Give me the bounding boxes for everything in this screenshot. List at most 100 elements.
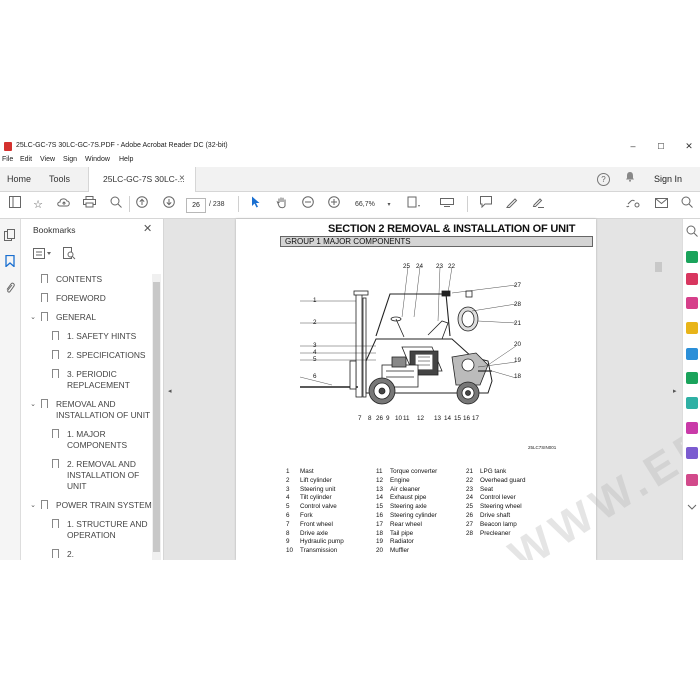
expand-chevron-icon[interactable]: ⌄: [29, 313, 37, 321]
fill-sign-icon[interactable]: [529, 196, 547, 214]
menu-view[interactable]: View: [40, 156, 55, 163]
pdf-page: SECTION 2 REMOVAL & INSTALLATION OF UNIT…: [236, 210, 700, 560]
compress-pdf-icon[interactable]: [686, 397, 698, 409]
zoom-out-icon[interactable]: [299, 196, 317, 214]
legend-entry: 3 Steering unit: [286, 485, 336, 493]
fill-and-sign-icon[interactable]: [686, 422, 698, 434]
menu-file[interactable]: File: [2, 156, 13, 163]
zoom-in-icon[interactable]: [325, 196, 343, 214]
tab-home[interactable]: Home: [7, 167, 31, 191]
bookmark-item[interactable]: 1. STRUCTURE AND OPERATION: [21, 519, 154, 541]
hand-tool-icon[interactable]: [273, 196, 291, 214]
create-pdf-icon[interactable]: [686, 273, 698, 285]
bookmark-item[interactable]: CONTENTS: [21, 274, 154, 285]
group-title: GROUP 1 MAJOR COMPONENTS: [280, 236, 593, 247]
pdf-app-icon: [4, 142, 12, 151]
bookmarks-scrollbar[interactable]: [152, 274, 161, 560]
cloud-upload-icon[interactable]: [55, 196, 73, 214]
bookmark-item[interactable]: 2.TROUBLESHOOTING: [21, 549, 154, 560]
comment-tool-icon[interactable]: [686, 322, 698, 334]
bookmarks-panel-icon[interactable]: [2, 254, 18, 271]
section-title: SECTION 2 REMOVAL & INSTALLATION OF UNIT: [328, 223, 576, 235]
search-tools-icon[interactable]: [684, 225, 700, 241]
bell-icon[interactable]: [622, 171, 638, 187]
close-bookmarks-icon[interactable]: ✕: [143, 222, 152, 235]
menu-help[interactable]: Help: [119, 156, 133, 163]
send-for-signature-icon[interactable]: [686, 474, 698, 486]
page-number-input[interactable]: 26: [186, 198, 206, 213]
collapse-left-panel-icon[interactable]: ◂: [168, 387, 172, 395]
legend-entry: 26 Drive shaft: [466, 512, 511, 519]
tab-close-icon[interactable]: ×: [179, 167, 185, 191]
bookmark-label: CONTENTS: [56, 274, 103, 284]
search-icon[interactable]: [678, 196, 696, 214]
email-icon[interactable]: [652, 196, 670, 214]
print-icon[interactable]: [80, 196, 98, 214]
bookmark-label: GENERAL: [56, 312, 97, 322]
bookmark-item[interactable]: ⌄ REMOVAL AND INSTALLATION OF UNIT: [21, 399, 154, 421]
bookmark-item[interactable]: ⌄ GENERAL: [21, 312, 154, 323]
zoom-search-icon[interactable]: [107, 196, 125, 214]
share-link-icon[interactable]: [624, 196, 642, 214]
previous-page-icon[interactable]: [133, 196, 151, 214]
expand-chevron-icon[interactable]: ⌄: [29, 501, 37, 509]
export-pdf-icon[interactable]: [686, 251, 698, 263]
zoom-level-select[interactable]: 66,7%: [355, 198, 375, 211]
bookmark-star-icon[interactable]: ☆: [29, 196, 47, 214]
legend-entry: 16 Steering cylinder: [376, 512, 437, 519]
window-title: 25LC-GC-7S 30LC-GC-7S.PDF - Adobe Acroba…: [16, 142, 228, 149]
callout-number: 28: [514, 301, 522, 308]
bookmarks-panel: Bookmarks ✕ CONTENTS FOREWORD ⌄ GENERAL 1. S…: [21, 219, 164, 560]
page-fit-icon[interactable]: [405, 196, 423, 214]
page-total: / 238: [209, 201, 225, 208]
tab-document[interactable]: 25LC-GC-7S 30LC-... ×: [88, 167, 196, 192]
zoom-dropdown-icon[interactable]: ▾: [380, 196, 398, 214]
protect-icon[interactable]: [686, 447, 698, 459]
collapse-right-panel-icon[interactable]: ▸: [673, 387, 677, 395]
edit-pdf-icon[interactable]: [686, 297, 698, 309]
menu-window[interactable]: Window: [85, 156, 110, 163]
bookmark-item[interactable]: 2. REMOVAL AND INSTALLATION OF UNIT: [21, 459, 154, 492]
bookmark-item[interactable]: 1. SAFETY HINTS: [21, 331, 154, 342]
bookmark-item[interactable]: 3. PERIODIC REPLACEMENT: [21, 369, 154, 391]
close-window-button[interactable]: ✕: [680, 140, 698, 153]
callout-number: 16: [463, 415, 471, 422]
legend-entry: 15 Steering axle: [376, 503, 427, 511]
menu-sign[interactable]: Sign: [63, 156, 77, 163]
find-bookmark-icon[interactable]: [63, 247, 76, 260]
organize-pages-icon[interactable]: [686, 372, 698, 384]
bookmark-item[interactable]: FOREWORD: [21, 293, 154, 304]
more-tools-icon[interactable]: [684, 501, 700, 517]
bookmark-item[interactable]: 1. MAJOR COMPONENTS: [21, 429, 154, 451]
callout-number: 24: [416, 263, 424, 270]
expand-chevron-icon[interactable]: ⌄: [29, 400, 37, 408]
minimize-button[interactable]: –: [624, 140, 642, 153]
bookmark-icon: [52, 350, 59, 359]
navigation-rail: [0, 219, 21, 560]
highlight-pen-icon[interactable]: [503, 196, 521, 214]
page-thumbnails-icon[interactable]: [2, 229, 18, 245]
attachments-icon[interactable]: [2, 282, 18, 298]
document-scrollbar[interactable]: [654, 219, 663, 560]
legend-entry: 13 Air cleaner: [376, 485, 421, 493]
keyboard-tools-icon[interactable]: [438, 196, 456, 214]
bookmark-item[interactable]: 2. SPECIFICATIONS: [21, 350, 154, 361]
bookmark-item[interactable]: ⌄ POWER TRAIN SYSTEM: [21, 500, 154, 511]
combine-files-icon[interactable]: [686, 348, 698, 360]
bookmark-icon: [52, 549, 59, 558]
tab-tools[interactable]: Tools: [49, 167, 70, 191]
comment-icon[interactable]: [477, 196, 495, 214]
legend-entry: 21 LPG tank: [466, 468, 507, 475]
callout-number: 27: [514, 282, 522, 289]
menu-edit[interactable]: Edit: [20, 156, 32, 163]
select-cursor-icon[interactable]: [247, 196, 265, 214]
next-page-icon[interactable]: [160, 196, 178, 214]
maximize-button[interactable]: ☐: [652, 140, 670, 153]
legend-entry: 10 Transmission: [286, 547, 338, 555]
help-icon[interactable]: ?: [597, 173, 610, 186]
home-panel-icon[interactable]: [6, 196, 24, 214]
bookmarks-list: CONTENTS FOREWORD ⌄ GENERAL 1. SAFETY HINTS 2…: [21, 274, 154, 560]
sign-in-button[interactable]: Sign In: [654, 167, 682, 191]
bookmarks-title: Bookmarks: [33, 225, 76, 235]
bookmark-options-icon[interactable]: [33, 248, 55, 259]
